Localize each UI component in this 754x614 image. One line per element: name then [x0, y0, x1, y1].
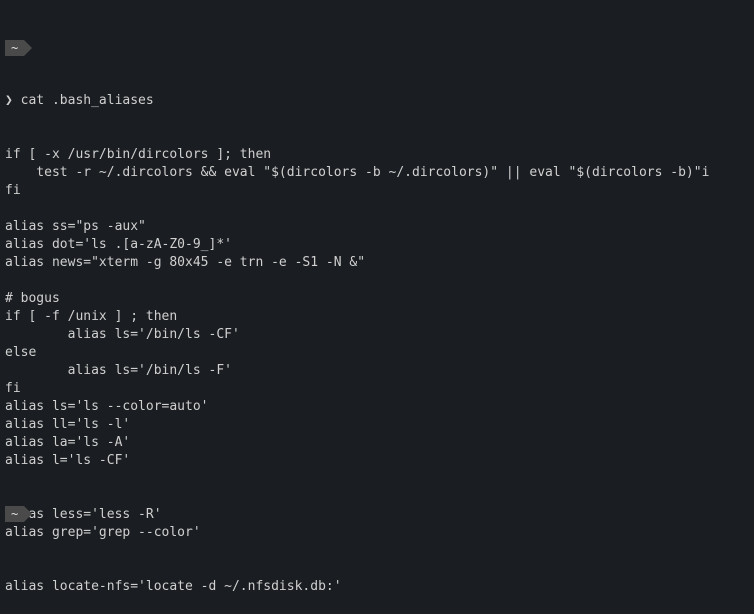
cwd-indicator-text-2: ~ [11, 506, 18, 522]
cwd-badge-2: ~ [5, 506, 24, 522]
output-line: alias ss="ps -aux" [5, 218, 749, 236]
output-line: alias locate-nfs='locate -d ~/.nfsdisk.d… [5, 578, 749, 596]
output-line [5, 542, 749, 560]
output-line: # bogus [5, 290, 749, 308]
output-line: alias dot='ls .[a-zA-Z0-9_]*' [5, 236, 749, 254]
output-line: alias ls='/bin/ls -CF' [5, 326, 749, 344]
cwd-indicator-text: ~ [11, 40, 18, 56]
output-line [5, 272, 749, 290]
output-line: alias news="xterm -g 80x45 -e trn -e -S1… [5, 254, 749, 272]
output-line: alias l='ls -CF' [5, 452, 749, 470]
output-line [5, 470, 749, 488]
prompt-line-1: ~ [5, 40, 749, 56]
output-line [5, 200, 749, 218]
output-line [5, 488, 749, 506]
output-line [5, 560, 749, 578]
output-line: alias grep='grep --color' [5, 524, 749, 542]
output-line: alias ll='ls -l' [5, 416, 749, 434]
output-line: if [ -x /usr/bin/dircolors ]; then [5, 146, 749, 164]
output-line: if [ -f /unix ] ; then [5, 308, 749, 326]
output-line: fi [5, 182, 749, 200]
output-line: alias less='less -R' [5, 506, 749, 524]
command-line: ❯ cat .bash_aliases [5, 92, 749, 110]
output-line: fi [5, 380, 749, 398]
output-line: alias la='ls -A' [5, 434, 749, 452]
prompt-line-2: ~ [5, 506, 24, 524]
terminal-output-area[interactable]: ~ ❯ cat .bash_aliases if [ -x /usr/bin/d… [0, 0, 754, 614]
output-line: alias ls='ls --color=auto' [5, 398, 749, 416]
output-line: alias ls='/bin/ls -F' [5, 362, 749, 380]
command-text: cat .bash_aliases [21, 93, 154, 108]
output-line: test -r ~/.dircolors && eval "$(dircolor… [5, 164, 749, 182]
output-line: else [5, 344, 749, 362]
prompt-caret: ❯ [5, 93, 13, 108]
output-container: if [ -x /usr/bin/dircolors ]; then test … [5, 146, 749, 596]
cwd-badge: ~ [5, 40, 24, 56]
